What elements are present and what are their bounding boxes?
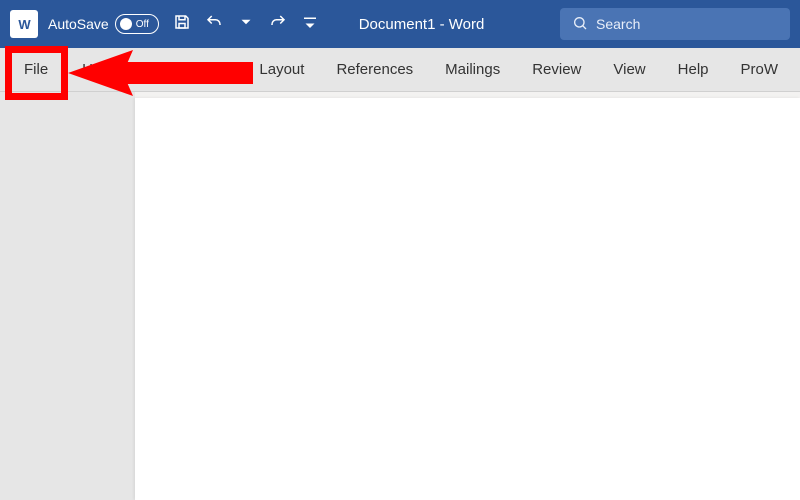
tab-home[interactable]: Home [66, 48, 101, 91]
ribbon-tabs: File Home Draw Design Layout References … [0, 48, 800, 92]
tab-design[interactable]: Design [165, 48, 244, 91]
save-icon[interactable] [173, 13, 191, 36]
quick-access-toolbar [173, 13, 319, 36]
word-logo-icon: W [10, 10, 38, 38]
tab-prow[interactable]: ProW [725, 48, 795, 91]
document-page[interactable] [135, 98, 800, 500]
autosave-label: AutoSave [48, 16, 109, 32]
search-icon [572, 15, 588, 34]
search-placeholder: Search [596, 16, 640, 32]
tab-references[interactable]: References [320, 48, 429, 91]
document-title: Document1 - Word [359, 16, 485, 33]
autosave-toggle[interactable]: Off [115, 14, 159, 34]
autosave-control[interactable]: AutoSave Off [48, 14, 159, 34]
tab-file[interactable]: File [6, 48, 66, 91]
undo-icon[interactable] [205, 13, 223, 36]
tab-view[interactable]: View [597, 48, 661, 91]
undo-dropdown-icon[interactable] [237, 13, 255, 36]
tab-review[interactable]: Review [516, 48, 597, 91]
autosave-state: Off [136, 19, 149, 30]
left-gutter [0, 92, 135, 500]
redo-icon[interactable] [269, 13, 287, 36]
customize-qat-icon[interactable] [301, 13, 319, 36]
tab-help[interactable]: Help [662, 48, 725, 91]
title-bar: W AutoSave Off Document [0, 0, 800, 48]
tab-draw[interactable]: Draw [101, 48, 165, 91]
workspace [0, 92, 800, 500]
tab-layout[interactable]: Layout [243, 48, 320, 91]
tab-mailings[interactable]: Mailings [429, 48, 516, 91]
search-box[interactable]: Search [560, 8, 790, 40]
toggle-knob-icon [120, 18, 132, 30]
